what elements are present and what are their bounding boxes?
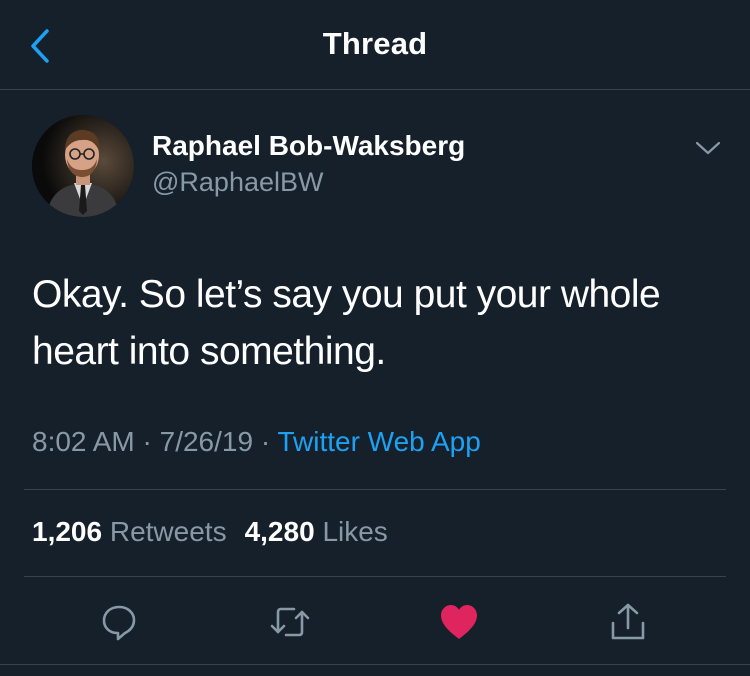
- retweet-icon: [270, 607, 310, 637]
- tweet-stats: 1,206 Retweets 4,280 Likes: [32, 516, 388, 548]
- retweet-button[interactable]: [268, 600, 312, 644]
- likes-label: Likes: [322, 516, 388, 547]
- share-button[interactable]: [606, 600, 650, 644]
- page-title: Thread: [322, 26, 428, 61]
- retweets-label: Retweets: [109, 516, 227, 547]
- avatar-image: [32, 115, 134, 217]
- tweet-options-button[interactable]: [690, 130, 726, 166]
- author-name[interactable]: Raphael Bob-Waksberg: [152, 130, 465, 162]
- top-bar: Thread: [0, 0, 750, 90]
- tweet-time: 8:02 AM: [32, 426, 135, 457]
- tweet-source-link[interactable]: Twitter Web App: [277, 426, 480, 457]
- heart-icon: [441, 605, 477, 639]
- divider: [24, 576, 726, 577]
- tweet-text: Okay. So let’s say you put your whole he…: [32, 273, 661, 373]
- chevron-down-icon: [695, 141, 721, 155]
- tweet-meta: 8:02 AM · 7/26/19 · Twitter Web App: [32, 426, 481, 458]
- avatar[interactable]: [32, 115, 134, 217]
- meta-separator: ·: [260, 426, 271, 457]
- reply-icon: [102, 605, 136, 641]
- divider: [0, 664, 750, 665]
- likes-stat[interactable]: 4,280 Likes: [245, 516, 388, 547]
- meta-separator: ·: [142, 426, 152, 457]
- retweets-count: 1,206: [32, 516, 103, 547]
- like-button[interactable]: [437, 600, 481, 644]
- tweet-detail-screen: Thread Raphael Bob-Waksberg @RaphaelBW O…: [0, 0, 750, 676]
- reply-button[interactable]: [97, 600, 141, 644]
- tweet-date: 7/26/19: [159, 426, 254, 457]
- share-icon: [611, 603, 645, 640]
- divider: [24, 489, 726, 490]
- retweets-stat[interactable]: 1,206 Retweets: [32, 516, 227, 547]
- author-handle[interactable]: @RaphaelBW: [152, 167, 323, 198]
- likes-count: 4,280: [244, 516, 315, 547]
